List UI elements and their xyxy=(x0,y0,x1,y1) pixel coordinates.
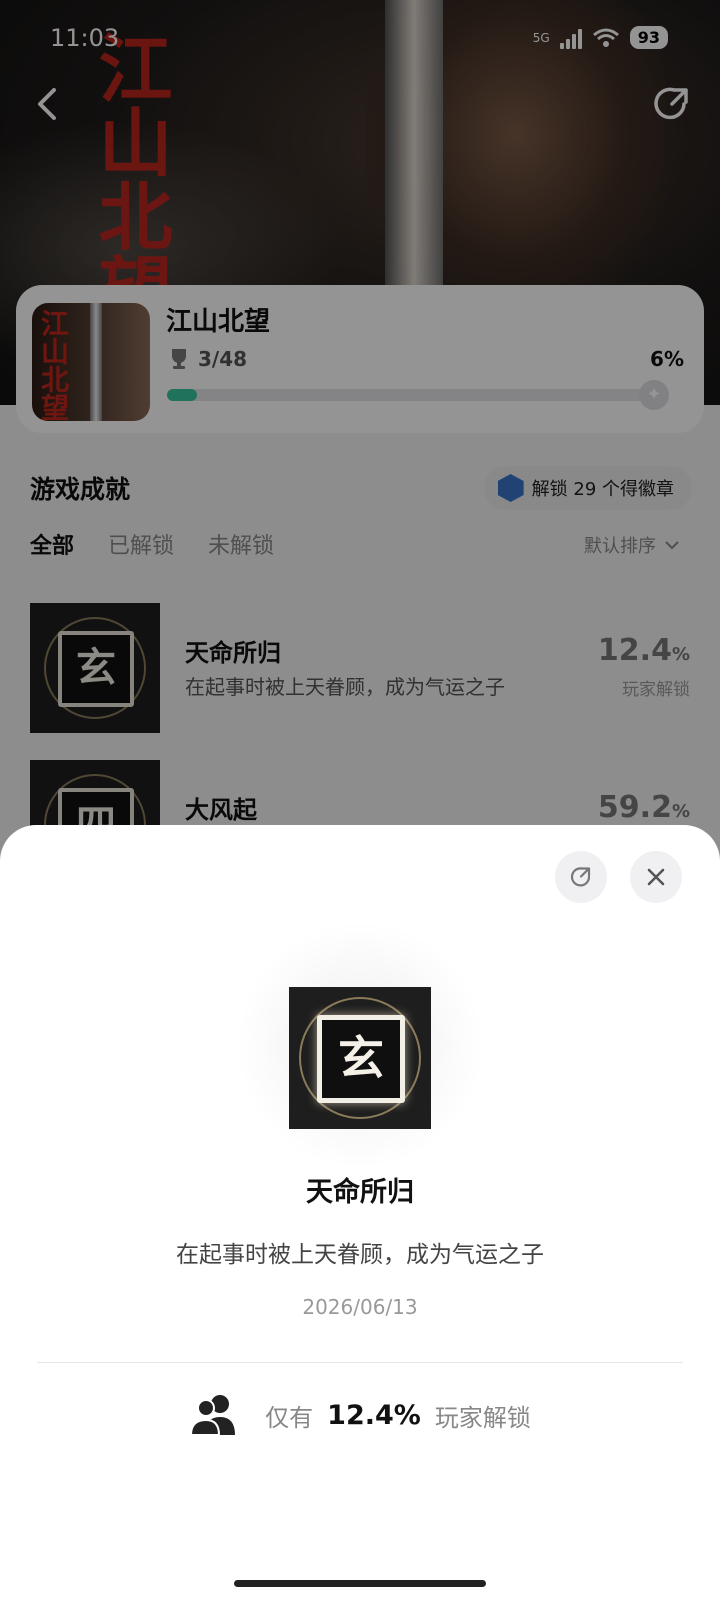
achievement-detail-title: 天命所归 xyxy=(306,1177,414,1208)
achievement-page: 江山北望 11:03 5G 93 江山北望 江山北望 3/48 6% ✦ 游戏成… xyxy=(0,0,720,1600)
close-button[interactable] xyxy=(630,851,682,903)
rarity-row: 仅有 12.4% 玩家解锁 xyxy=(0,1393,720,1437)
divider xyxy=(37,1362,683,1363)
sheet-share-button[interactable] xyxy=(555,851,607,903)
rarity-suffix: 玩家解锁 xyxy=(434,1403,531,1432)
unlock-date: 2026/06/13 xyxy=(302,1295,418,1319)
achievement-detail-description: 在起事时被上天眷顾，成为气运之子 xyxy=(176,1242,544,1268)
home-indicator[interactable] xyxy=(234,1580,486,1587)
achievement-detail-sheet: 玄 天命所归 在起事时被上天眷顾，成为气运之子 2026/06/13 仅有 12… xyxy=(0,825,720,1600)
achievement-detail-icon: 玄 xyxy=(289,987,431,1129)
close-icon xyxy=(647,868,665,886)
achievement-glyph: 玄 xyxy=(317,1015,405,1103)
users-icon xyxy=(190,1395,236,1436)
rarity-prefix: 仅有 xyxy=(265,1403,314,1432)
rarity-value: 12.4% xyxy=(327,1399,421,1431)
share-icon xyxy=(570,867,591,887)
